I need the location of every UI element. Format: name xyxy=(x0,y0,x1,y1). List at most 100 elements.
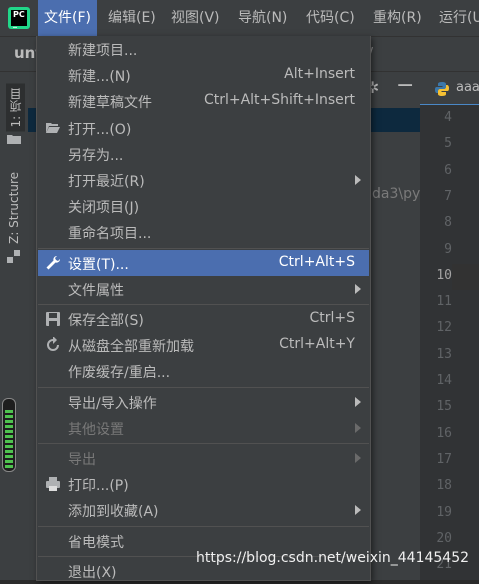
line-number: 6 xyxy=(444,162,452,178)
line-number: 5 xyxy=(444,136,452,152)
editor-tab[interactable]: aaa xyxy=(420,72,479,106)
python-file-icon xyxy=(435,82,449,96)
structure-icon xyxy=(7,250,20,263)
submenu-arrow-icon xyxy=(355,505,361,516)
line-number: 18 xyxy=(436,478,452,494)
save-icon xyxy=(46,312,60,326)
file-menu-item-shortcut: Ctrl+S xyxy=(309,310,355,326)
file-menu-item-label: 保存全部(S) xyxy=(68,313,144,329)
file-menu-item[interactable]: 打印...(P) xyxy=(38,471,369,497)
file-menu-item-label: 重命名项目... xyxy=(68,226,152,243)
file-menu-item[interactable]: 文件属性 xyxy=(38,276,369,302)
line-number: 11 xyxy=(436,294,452,310)
file-menu-item[interactable]: 新建项目... xyxy=(38,36,369,62)
line-number: 4 xyxy=(444,110,452,125)
file-menu-item-label: 设置(T)... xyxy=(68,256,129,273)
line-number: 7 xyxy=(444,188,452,204)
line-number: 16 xyxy=(436,425,452,441)
folder-icon xyxy=(7,135,21,144)
menu-bar: PC _ 文件(F) 编辑(E) 视图(V) 导航(N) 代码(C) 重构(R) … xyxy=(0,0,479,37)
menu-view[interactable]: 视图(V) xyxy=(165,0,226,36)
file-menu-item[interactable]: 重命名项目... xyxy=(38,219,369,245)
file-menu-item-label: 导出/导入操作 xyxy=(68,395,157,412)
reload-icon xyxy=(47,337,59,352)
file-menu-item[interactable]: 导出/导入操作 xyxy=(38,389,369,415)
file-menu-item-label: 文件属性 xyxy=(68,282,124,299)
menu-separator xyxy=(38,386,369,388)
file-menu: 新建项目... 新建...(N) Alt+Insert 新建草稿文件 Ctrl+Alt+… xyxy=(36,36,371,581)
wrench-icon xyxy=(46,255,61,270)
file-menu-item[interactable]: 新建...(N) Alt+Insert xyxy=(38,62,369,88)
left-tool-strip: 1: 项目 Z: Structure xyxy=(0,72,29,580)
file-menu-item-shortcut: Ctrl+Alt+Shift+Insert xyxy=(203,92,355,109)
file-menu-item-label: 作废缓存/重启... xyxy=(68,365,171,382)
file-menu-item[interactable]: 保存全部(S) Ctrl+S xyxy=(38,306,369,332)
menu-file[interactable]: 文件(F) xyxy=(38,0,97,36)
file-menu-item[interactable]: 从磁盘全部重新加载 Ctrl+Alt+Y xyxy=(38,332,369,358)
line-number: 10 xyxy=(436,267,452,283)
line-number: 19 xyxy=(436,504,452,520)
line-number: 14 xyxy=(436,373,452,388)
line-number: 13 xyxy=(436,346,452,362)
line-number: 15 xyxy=(436,399,452,415)
menu-run[interactable]: 运行(U xyxy=(433,0,479,36)
file-menu-item-shortcut: Alt+Insert xyxy=(284,66,355,83)
file-menu-item-label: 打印...(P) xyxy=(68,478,129,495)
submenu-arrow-icon xyxy=(355,396,361,407)
menu-edit[interactable]: 编辑(E) xyxy=(102,0,162,36)
file-menu-item-label: 其他设置 xyxy=(68,421,124,438)
project-tree-path: da3\pyt xyxy=(372,186,426,202)
file-menu-item-shortcut: Ctrl+Alt+S xyxy=(278,253,355,270)
menu-separator xyxy=(38,443,369,444)
menu-refactor[interactable]: 重构(R) xyxy=(367,0,428,36)
file-menu-item-shortcut: Ctrl+Alt+Y xyxy=(279,336,355,353)
line-number: 12 xyxy=(436,320,452,336)
file-menu-item-label: 新建...(N) xyxy=(68,69,131,86)
file-menu-item-label: 新建项目... xyxy=(68,43,138,59)
memory-indicator xyxy=(2,398,16,472)
file-menu-item: 导出 xyxy=(38,445,369,471)
folder-open-icon xyxy=(46,122,60,133)
file-menu-item[interactable]: 打开最近(R) xyxy=(38,167,369,193)
pycharm-logo-icon: PC _ xyxy=(8,7,30,29)
line-number: 17 xyxy=(436,451,452,467)
memory-indicator-level xyxy=(5,410,13,468)
menu-separator xyxy=(38,525,369,527)
menu-separator xyxy=(38,304,369,305)
submenu-arrow-icon xyxy=(355,175,361,185)
menu-navigate[interactable]: 导航(N) xyxy=(232,0,293,36)
file-menu-item[interactable]: 新建草稿文件 Ctrl+Alt+Shift+Insert xyxy=(38,88,369,114)
current-line-highlight xyxy=(452,264,479,290)
file-menu-item-label: 添加到收藏(A) xyxy=(68,504,159,521)
submenu-arrow-icon xyxy=(355,422,361,433)
line-number: 20 xyxy=(436,530,452,546)
file-menu-item-label: 新建草稿文件 xyxy=(68,95,152,112)
file-menu-item-label: 导出 xyxy=(68,452,96,468)
file-menu-item[interactable]: 作废缓存/重启... xyxy=(38,358,369,384)
file-menu-item-label: 省电模式 xyxy=(68,534,124,551)
printer-icon xyxy=(46,477,60,492)
tab-structure[interactable]: Z: Structure xyxy=(7,172,21,244)
file-menu-item[interactable]: 添加到收藏(A) xyxy=(38,497,369,523)
menu-separator xyxy=(38,247,369,249)
file-menu-item-label: 打开最近(R) xyxy=(68,174,145,190)
file-menu-item-label: 另存为... xyxy=(68,147,124,164)
file-menu-item[interactable]: 另存为... xyxy=(38,141,369,167)
menu-code[interactable]: 代码(C) xyxy=(300,0,361,36)
editor-tab-label: aaa xyxy=(456,80,479,95)
file-menu-item: 其他设置 xyxy=(38,415,369,441)
file-menu-item[interactable]: 设置(T)... Ctrl+Alt+S xyxy=(38,249,369,276)
file-menu-item-label: 打开...(O) xyxy=(68,121,132,138)
line-number: 8 xyxy=(444,215,452,231)
file-menu-item-label: 从磁盘全部重新加载 xyxy=(68,339,194,356)
file-menu-item[interactable]: 打开...(O) xyxy=(38,115,369,141)
file-menu-item-label: 关闭项目(J) xyxy=(68,200,140,217)
submenu-arrow-icon xyxy=(355,453,361,463)
submenu-arrow-icon xyxy=(355,283,361,294)
file-menu-item-label: 退出(X) xyxy=(68,564,117,581)
watermark: https://blog.csdn.net/weixin_44145452 xyxy=(196,550,470,566)
hide-panel-icon[interactable]: − xyxy=(396,73,414,98)
line-number: 9 xyxy=(444,241,452,257)
tab-project[interactable]: 1: 项目 xyxy=(6,84,25,132)
file-menu-item[interactable]: 关闭项目(J) xyxy=(38,193,369,219)
